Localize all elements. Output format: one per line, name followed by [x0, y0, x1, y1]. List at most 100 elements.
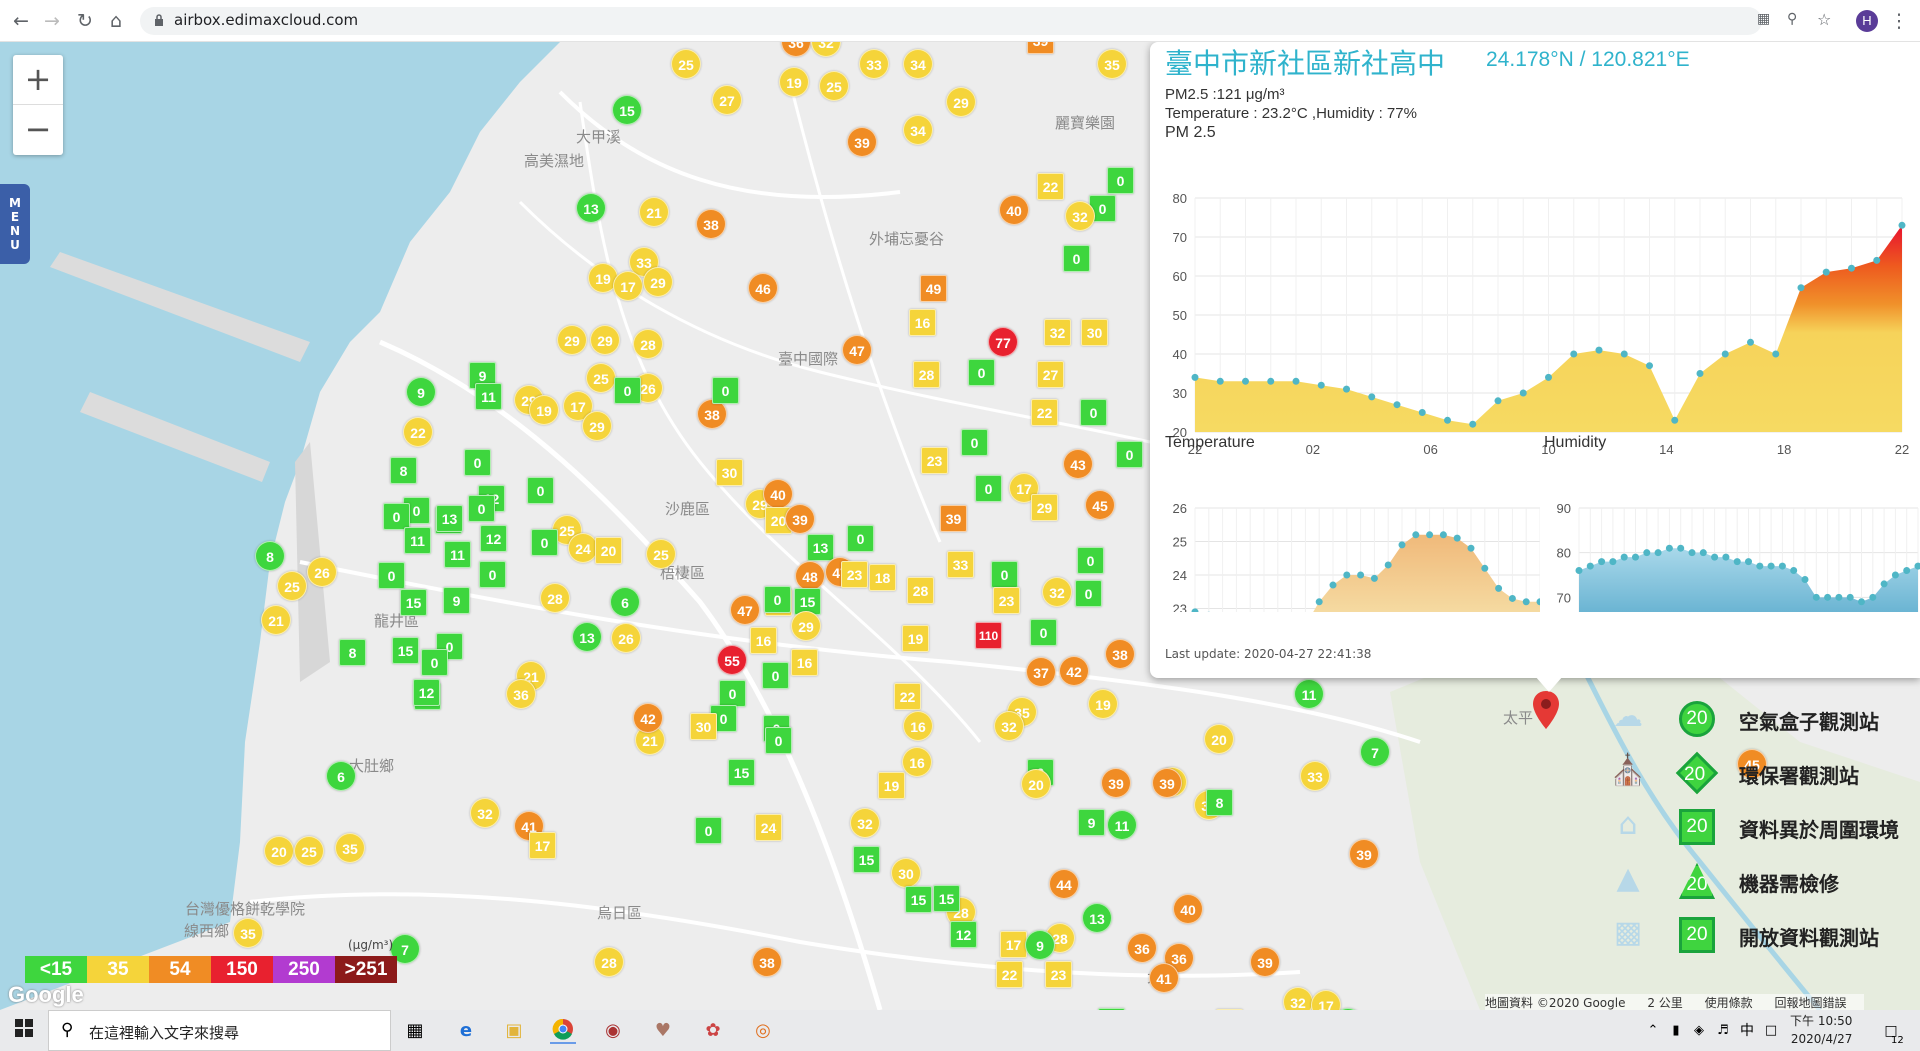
sensor-marker[interactable]: 23 [841, 561, 868, 588]
zoom-icon[interactable]: ⚲ [1787, 11, 1797, 27]
sensor-marker[interactable]: 13 [436, 505, 463, 532]
sensor-marker[interactable]: 17 [1000, 931, 1027, 958]
ime-indicator[interactable]: 中 [1734, 1018, 1760, 1044]
sensor-marker[interactable]: 36 [1127, 933, 1157, 963]
sensor-marker[interactable]: 0 [695, 817, 722, 844]
sensor-marker[interactable]: 17 [529, 832, 556, 859]
sensor-marker[interactable]: 39 [1349, 839, 1379, 869]
sensor-marker[interactable]: 55 [717, 645, 747, 675]
terms-link[interactable]: 使用條款 [1705, 996, 1753, 1010]
sensor-marker[interactable]: 47 [842, 335, 872, 365]
sensor-marker[interactable]: 29 [791, 611, 821, 641]
sensor-marker[interactable]: 39 [1101, 768, 1131, 798]
sensor-marker[interactable]: 29 [557, 325, 587, 355]
sensor-marker[interactable]: 11 [404, 527, 431, 554]
edge-browser-icon[interactable]: e [453, 1018, 479, 1044]
sensor-marker[interactable]: 77 [988, 327, 1018, 357]
sensor-marker[interactable]: 46 [748, 273, 778, 303]
sensor-marker[interactable]: 9 [406, 377, 436, 407]
sensor-marker[interactable]: 16 [750, 627, 777, 654]
sensor-marker[interactable]: 16 [903, 711, 933, 741]
sensor-marker[interactable]: 41 [1149, 963, 1179, 993]
sensor-marker[interactable]: 0 [1080, 399, 1107, 426]
tray-clock[interactable]: 下午 10:50 2020/4/27 [1790, 1012, 1852, 1048]
sensor-marker[interactable]: 0 [464, 449, 491, 476]
sensor-marker[interactable]: 32 [1044, 319, 1071, 346]
sensor-marker[interactable]: 29 [590, 325, 620, 355]
sensor-marker[interactable]: 19 [779, 67, 809, 97]
chrome-icon[interactable] [550, 1018, 576, 1044]
sensor-marker[interactable]: 0 [719, 680, 746, 707]
sensor-marker[interactable]: 19 [1088, 689, 1118, 719]
bookmark-star-icon[interactable]: ☆ [1817, 10, 1831, 29]
sensor-marker[interactable]: 0 [847, 525, 874, 552]
sensor-marker[interactable]: 39 [1152, 768, 1182, 798]
sensor-marker[interactable]: 8 [1206, 789, 1233, 816]
sensor-marker[interactable]: 12 [480, 525, 507, 552]
sensor-marker[interactable]: 33 [947, 551, 974, 578]
sensor-marker[interactable]: 39 [940, 505, 967, 532]
map-view[interactable]: 高美濕地 大甲溪 外埔忘憂谷 麗寶樂園 臺中國際 沙鹿區 梧棲區 龍井區 大肚鄉 台灣優格餅乾學院… [0, 42, 1920, 1010]
wifi-icon[interactable]: ◈ [1686, 1018, 1712, 1044]
sensor-marker[interactable]: 32 [850, 808, 880, 838]
sensor-marker[interactable]: 36 [506, 679, 536, 709]
sensor-marker[interactable]: 9 [1078, 809, 1105, 836]
sensor-marker[interactable]: 13 [576, 193, 606, 223]
sensor-marker[interactable]: 30 [690, 713, 717, 740]
sensor-marker[interactable]: 20 [1021, 769, 1051, 799]
back-arrow-icon[interactable]: ← [10, 10, 32, 32]
taskbar-search[interactable]: ⚲ 在這裡輸入文字來搜尋 [48, 1010, 391, 1051]
sensor-marker[interactable]: 38 [752, 947, 782, 977]
sensor-marker[interactable]: 42 [633, 703, 663, 733]
sensor-marker[interactable]: 48 [795, 561, 825, 591]
sensor-marker[interactable]: 0 [1116, 441, 1143, 468]
sensor-marker[interactable]: 0 [1077, 547, 1104, 574]
sensor-marker[interactable]: 0 [383, 503, 410, 530]
sensor-marker[interactable]: 43 [1063, 449, 1093, 479]
report-link[interactable]: 回報地圖錯誤 [1774, 996, 1846, 1010]
app-icon-3[interactable]: ✿ [700, 1018, 726, 1044]
sensor-marker[interactable]: 0 [765, 727, 792, 754]
task-view-icon[interactable]: ▦ [402, 1018, 428, 1044]
sensor-marker[interactable]: 22 [1037, 173, 1064, 200]
file-explorer-icon[interactable]: ▣ [501, 1018, 527, 1044]
sensor-marker[interactable]: 28 [594, 947, 624, 977]
sensor-marker[interactable]: 0 [764, 586, 791, 613]
address-bar[interactable]: airbox.edimaxcloud.com ▦ ⚲ ☆ [140, 7, 1831, 35]
translate-icon[interactable]: ▦ [1757, 11, 1770, 27]
sensor-marker[interactable]: 15 [392, 637, 419, 664]
sensor-marker[interactable]: 40 [763, 479, 793, 509]
sensor-marker[interactable]: 26 [611, 623, 641, 653]
menu-tab[interactable]: MENU [0, 184, 30, 264]
sensor-marker[interactable]: 0 [712, 377, 739, 404]
blender-icon[interactable]: ◎ [750, 1018, 776, 1044]
sensor-marker[interactable]: 8 [255, 541, 285, 571]
sensor-marker[interactable]: 27 [1037, 361, 1064, 388]
sensor-marker[interactable]: 15 [905, 886, 932, 913]
sensor-marker[interactable]: 23 [921, 447, 948, 474]
sensor-marker[interactable]: 37 [1026, 657, 1056, 687]
sensor-marker[interactable]: 29 [1031, 494, 1058, 521]
sensor-marker[interactable]: 0 [1075, 580, 1102, 607]
profile-avatar[interactable]: H [1856, 10, 1878, 32]
sensor-marker[interactable]: 22 [894, 683, 921, 710]
sensor-marker[interactable]: 13 [1082, 903, 1112, 933]
sensor-marker[interactable]: 0 [991, 561, 1018, 588]
sensor-marker[interactable]: 28 [913, 361, 940, 388]
sensor-marker[interactable]: 30 [716, 459, 743, 486]
sensor-marker[interactable]: 0 [1107, 167, 1134, 194]
sensor-marker[interactable]: 32 [994, 711, 1024, 741]
windows-start-icon[interactable] [11, 1018, 37, 1044]
sensor-marker[interactable]: 34 [903, 49, 933, 79]
sensor-marker[interactable]: 40 [999, 195, 1029, 225]
sensor-marker[interactable]: 0 [1030, 619, 1057, 646]
sensor-marker[interactable]: 28 [633, 329, 663, 359]
sensor-marker[interactable]: 19 [529, 395, 559, 425]
sensor-marker[interactable]: 16 [909, 309, 936, 336]
sensor-marker[interactable]: 0 [975, 475, 1002, 502]
sensor-marker[interactable]: 35 [335, 833, 365, 863]
sensor-marker[interactable]: 11 [1107, 810, 1137, 840]
sensor-marker[interactable]: 25 [819, 71, 849, 101]
sensor-marker[interactable]: 20 [1204, 724, 1234, 754]
sensor-marker[interactable]: 8 [339, 639, 366, 666]
